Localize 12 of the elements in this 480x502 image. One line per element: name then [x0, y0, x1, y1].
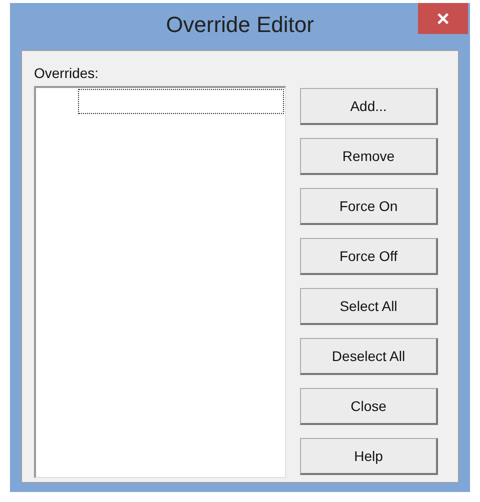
dialog-button[interactable]: Close [300, 388, 438, 425]
dialog-button[interactable]: Deselect All [300, 338, 438, 375]
dialog-button[interactable]: Select All [300, 288, 438, 325]
close-button[interactable]: × [418, 3, 468, 34]
overrides-label: Overrides: [34, 65, 100, 81]
dialog-button[interactable]: Force Off [300, 238, 438, 275]
dialog-button[interactable]: Add... [300, 88, 438, 125]
dialog-button[interactable]: Force On [300, 188, 438, 225]
overrides-list[interactable] [34, 86, 286, 478]
window-title: Override Editor [166, 12, 314, 38]
dialog-button[interactable]: Help [300, 438, 438, 475]
dialog-button[interactable]: Remove [300, 138, 438, 175]
